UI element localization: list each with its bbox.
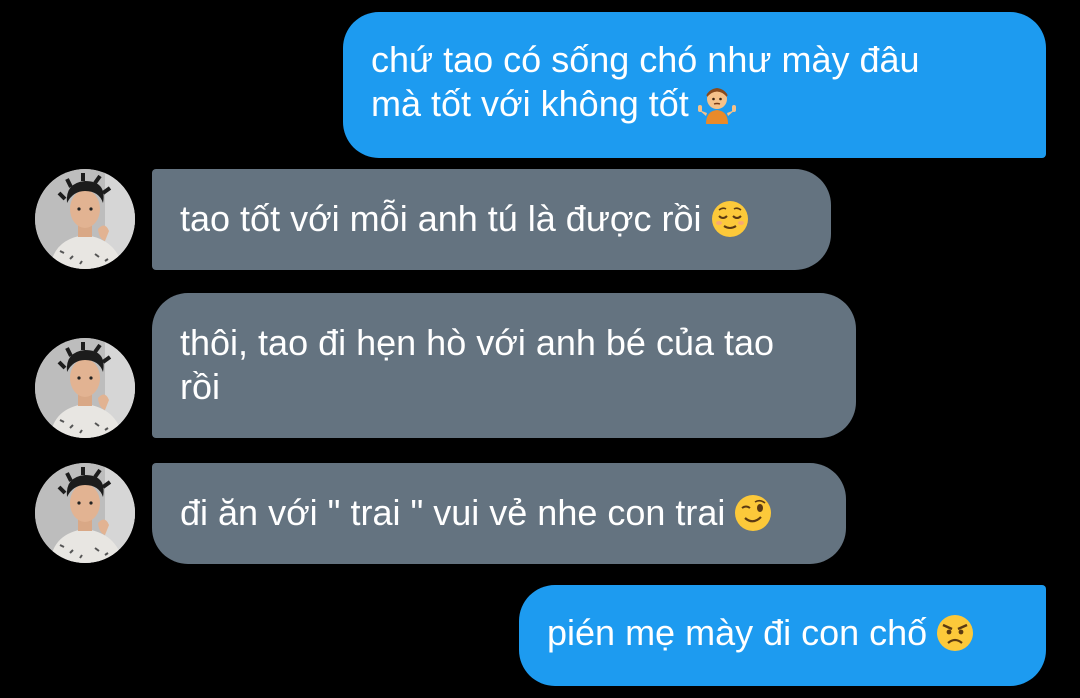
message-bubble-sent[interactable]: chứ tao có sống chó như mày đâu mà tốt v… <box>343 12 1046 158</box>
contact-avatar[interactable] <box>35 463 135 563</box>
message-text-line: rồi <box>180 366 221 407</box>
message-text: pién mẹ mày đi con chố <box>547 612 928 653</box>
contact-avatar[interactable] <box>35 338 135 438</box>
message-text-line: đi ăn với " trai " vui vẻ nhe con trai <box>180 491 818 535</box>
winking-face-emoji-icon <box>735 495 772 531</box>
message-text: mà tốt với không tốt <box>371 83 689 124</box>
message-bubble-received[interactable]: thôi, tao đi hẹn hò với anh bé của tao r… <box>152 293 856 438</box>
message-text-line: pién mẹ mày đi con chố <box>547 611 1018 655</box>
message-text-line: tao tốt với mỗi anh tú là được rồi <box>180 197 803 241</box>
contact-avatar[interactable] <box>35 169 135 269</box>
message-text-line: thôi, tao đi hẹn hò với anh bé của tao <box>180 322 775 363</box>
avatar-photo-icon <box>35 169 135 269</box>
message-text-line: mà tốt với không tốt <box>371 82 1018 126</box>
message-text: đi ăn với " trai " vui vẻ nhe con trai <box>180 492 726 533</box>
avatar-photo-icon <box>35 338 135 438</box>
message-bubble-sent[interactable]: pién mẹ mày đi con chố <box>519 585 1046 686</box>
relieved-face-emoji-icon <box>711 201 748 237</box>
message-bubble-received[interactable]: tao tốt với mỗi anh tú là được rồi <box>152 169 831 270</box>
avatar-photo-icon <box>35 463 135 563</box>
message-text-line: chứ tao có sống chó như mày đâu <box>371 39 920 80</box>
message-bubble-received[interactable]: đi ăn với " trai " vui vẻ nhe con trai <box>152 463 846 564</box>
chat-thread: chứ tao có sống chó như mày đâu mà tốt v… <box>0 0 1080 698</box>
person-shrugging-emoji-icon <box>697 88 736 124</box>
message-text: tao tốt với mỗi anh tú là được rồi <box>180 198 702 239</box>
angry-face-emoji-icon <box>937 615 974 651</box>
